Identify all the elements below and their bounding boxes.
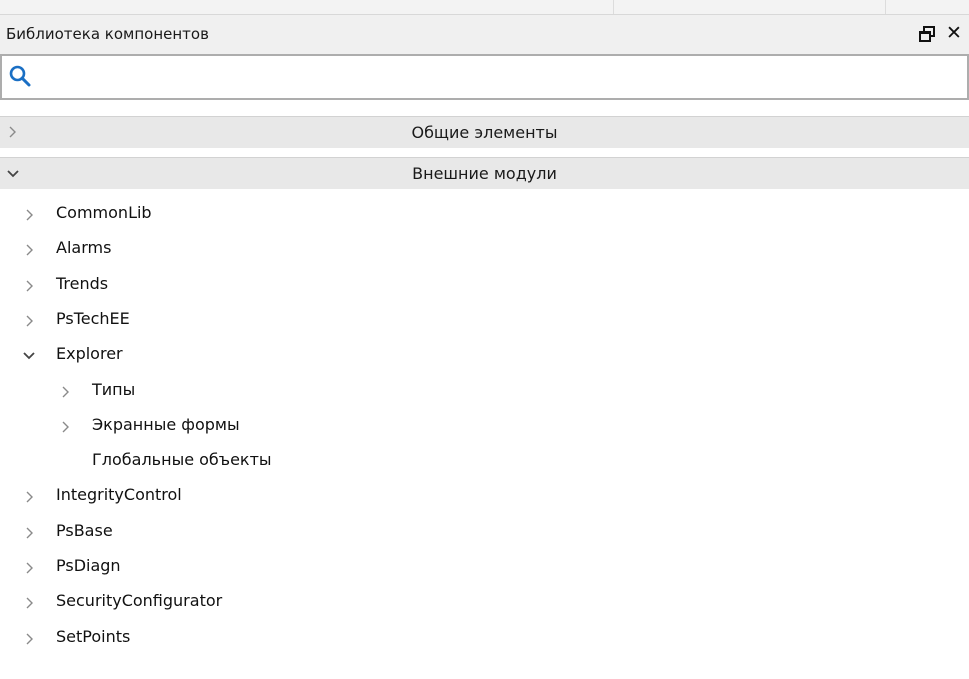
tree-item[interactable]: IntegrityControl <box>0 479 969 513</box>
tree-item[interactable]: Alarms <box>0 232 969 266</box>
chevron-right-icon[interactable] <box>24 207 36 221</box>
tree-item-label: Глобальные объекты <box>92 450 272 469</box>
tree-item[interactable]: PsBase <box>0 515 969 549</box>
tree-item[interactable]: Экранные формы <box>0 409 969 443</box>
tree-item[interactable]: SetPoints <box>0 621 969 655</box>
search-input[interactable] <box>42 62 946 94</box>
chevron-right-icon[interactable] <box>24 525 36 539</box>
tree-item-label: Типы <box>92 380 136 399</box>
tree-item-label: Экранные формы <box>92 415 240 434</box>
chevron-right-icon[interactable] <box>60 384 72 398</box>
chevron-right-icon[interactable] <box>24 595 36 609</box>
chevron-right-icon[interactable] <box>24 278 36 292</box>
tree-item-label: PsTechEE <box>56 309 130 328</box>
float-window-icon[interactable] <box>918 25 936 43</box>
close-icon[interactable]: ✕ <box>946 23 962 43</box>
tree-item[interactable]: CommonLib <box>0 197 969 231</box>
tree-item-label: CommonLib <box>56 203 152 222</box>
panel-title: Библиотека компонентов <box>6 25 209 43</box>
search-icon <box>8 64 32 88</box>
chevron-right-icon[interactable] <box>24 560 36 574</box>
top-divider <box>613 0 614 14</box>
chevron-right-icon[interactable] <box>24 489 36 503</box>
tree-item[interactable]: Explorer <box>0 338 969 372</box>
tree-item-label: PsBase <box>56 521 113 540</box>
chevron-down-icon[interactable] <box>22 348 35 362</box>
group-header-general[interactable]: Общие элементы <box>0 116 969 148</box>
tree-item-label: Alarms <box>56 238 112 257</box>
chevron-right-icon[interactable] <box>24 631 36 645</box>
tree-item[interactable]: Trends <box>0 268 969 302</box>
chevron-right-icon[interactable] <box>24 313 36 327</box>
search-box[interactable] <box>0 54 969 100</box>
tree-item[interactable]: SecurityConfigurator <box>0 585 969 619</box>
tree-item[interactable]: PsDiagn <box>0 550 969 584</box>
tree-item-label: SecurityConfigurator <box>56 591 223 610</box>
group-header-external[interactable]: Внешние модули <box>0 157 969 189</box>
tree-item-label: PsDiagn <box>56 556 121 575</box>
group-header-label: Общие элементы <box>411 123 558 142</box>
tree-item-label: IntegrityControl <box>56 485 182 504</box>
tree-item-label: Trends <box>56 274 109 293</box>
top-edge-strip <box>0 0 969 14</box>
chevron-right-icon[interactable] <box>24 242 36 256</box>
tree-item-label: SetPoints <box>56 627 131 646</box>
tree-item[interactable]: PsTechEE <box>0 303 969 337</box>
tree-item[interactable]: Типы <box>0 374 969 408</box>
tree-item-label: Explorer <box>56 344 123 363</box>
tree-item[interactable]: Глобальные объекты <box>0 444 969 478</box>
panel-titlebar: Библиотека компонентов ✕ <box>0 14 969 54</box>
top-divider <box>885 0 886 14</box>
chevron-right-icon[interactable] <box>60 419 72 433</box>
group-header-label: Внешние модули <box>412 164 557 183</box>
